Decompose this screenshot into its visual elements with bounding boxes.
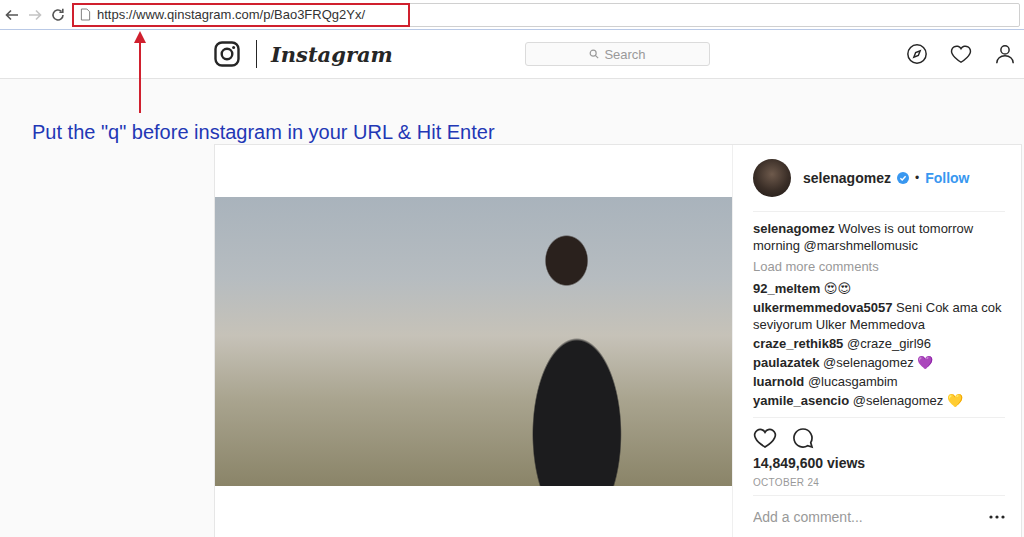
comment-text: @lucasgambim — [808, 374, 898, 389]
comment-user[interactable]: luarnold — [753, 374, 804, 389]
author-name[interactable]: selenagomez — [803, 170, 891, 186]
comment-bubble-icon[interactable] — [791, 426, 815, 450]
comment: craze_rethik85 @craze_girl96 — [753, 335, 1005, 352]
follow-button[interactable]: Follow — [925, 170, 969, 186]
url-field[interactable]: https://www.qinstagram.com/p/Bao3FRQg2Yx… — [73, 3, 1020, 27]
page: https://www.qinstagram.com/p/Bao3FRQg2Yx… — [0, 0, 1024, 537]
comment: ulkermemmedova5057 Seni Cok ama cok sevi… — [753, 299, 1005, 333]
comment-text: @selenagomez 💜 — [823, 355, 933, 370]
heart-icon[interactable] — [950, 43, 972, 65]
comment-user[interactable]: ulkermemmedova5057 — [753, 300, 892, 315]
annotation-text: Put the "q" before instagram in your URL… — [0, 120, 1024, 144]
search-field[interactable]: Search — [525, 42, 710, 66]
post-header: selenagomez • Follow — [753, 145, 1005, 212]
comment: yamile_asencio @selenagomez 💛 — [753, 392, 1005, 409]
logo-divider — [256, 40, 257, 68]
comment-user[interactable]: craze_rethik85 — [753, 336, 843, 351]
post-date: OCTOBER 24 — [753, 477, 1005, 489]
caption: selenagomez Wolves is out tomorrow morni… — [753, 220, 1005, 254]
comment-user[interactable]: paulazatek — [753, 355, 819, 370]
comment: 92_meltem 😍😍 — [753, 280, 1005, 297]
author-avatar[interactable] — [753, 159, 791, 197]
logo[interactable]: Instagram — [214, 40, 525, 68]
comment-text: @craze_girl96 — [847, 336, 931, 351]
post-actions: 14,849,600 views OCTOBER 24 — [753, 417, 1005, 495]
url-text[interactable]: https://www.qinstagram.com/p/Bao3FRQg2Yx… — [97, 7, 365, 22]
media-column — [215, 145, 732, 537]
post-photo[interactable] — [215, 197, 732, 486]
url-highlight-box: https://www.qinstagram.com/p/Bao3FRQg2Yx… — [72, 3, 410, 27]
magnifier-icon — [589, 49, 599, 59]
profile-icon[interactable] — [994, 43, 1016, 65]
main-area: Put the "q" before instagram in your URL… — [0, 79, 1024, 537]
reload-icon[interactable] — [50, 7, 66, 23]
action-icons — [753, 426, 1005, 450]
add-comment-bar — [753, 495, 1005, 537]
comment-text: 😍😍 — [824, 281, 851, 296]
instagram-header: Instagram Search — [0, 30, 1024, 79]
comment: luarnold @lucasgambim — [753, 373, 1005, 390]
view-count: 14,849,600 views — [753, 455, 1005, 472]
comment-list: selenagomez Wolves is out tomorrow morni… — [733, 212, 1021, 411]
page-icon — [80, 8, 91, 21]
compass-icon[interactable] — [906, 43, 928, 65]
header-icons — [906, 43, 1016, 65]
comment-text: @selenagomez 💛 — [853, 393, 963, 408]
search-placeholder: Search — [604, 47, 645, 62]
comment-input[interactable] — [753, 509, 981, 525]
comment-user[interactable]: yamile_asencio — [753, 393, 849, 408]
browser-toolbar: https://www.qinstagram.com/p/Bao3FRQg2Yx… — [0, 0, 1024, 30]
comment-user[interactable]: selenagomez — [753, 221, 835, 236]
more-options-icon[interactable] — [989, 515, 1005, 519]
back-arrow-icon[interactable] — [4, 7, 20, 23]
red-arrow-icon — [130, 29, 150, 113]
follow-separator: • — [915, 171, 919, 185]
comment-user[interactable]: 92_meltem — [753, 281, 820, 296]
post-card: selenagomez • Follow selenagomez Wolves is … — [214, 144, 1022, 537]
comment: paulazatek @selenagomez 💜 — [753, 354, 1005, 371]
post-side-panel: selenagomez • Follow selenagomez Wolves is … — [732, 145, 1021, 537]
forward-arrow-icon[interactable] — [27, 7, 43, 23]
verified-badge-icon — [897, 172, 909, 184]
like-heart-icon[interactable] — [753, 426, 777, 450]
logo-text[interactable]: Instagram — [271, 42, 393, 67]
instagram-camera-icon[interactable] — [214, 41, 240, 67]
load-more-comments[interactable]: Load more comments — [753, 258, 1005, 275]
